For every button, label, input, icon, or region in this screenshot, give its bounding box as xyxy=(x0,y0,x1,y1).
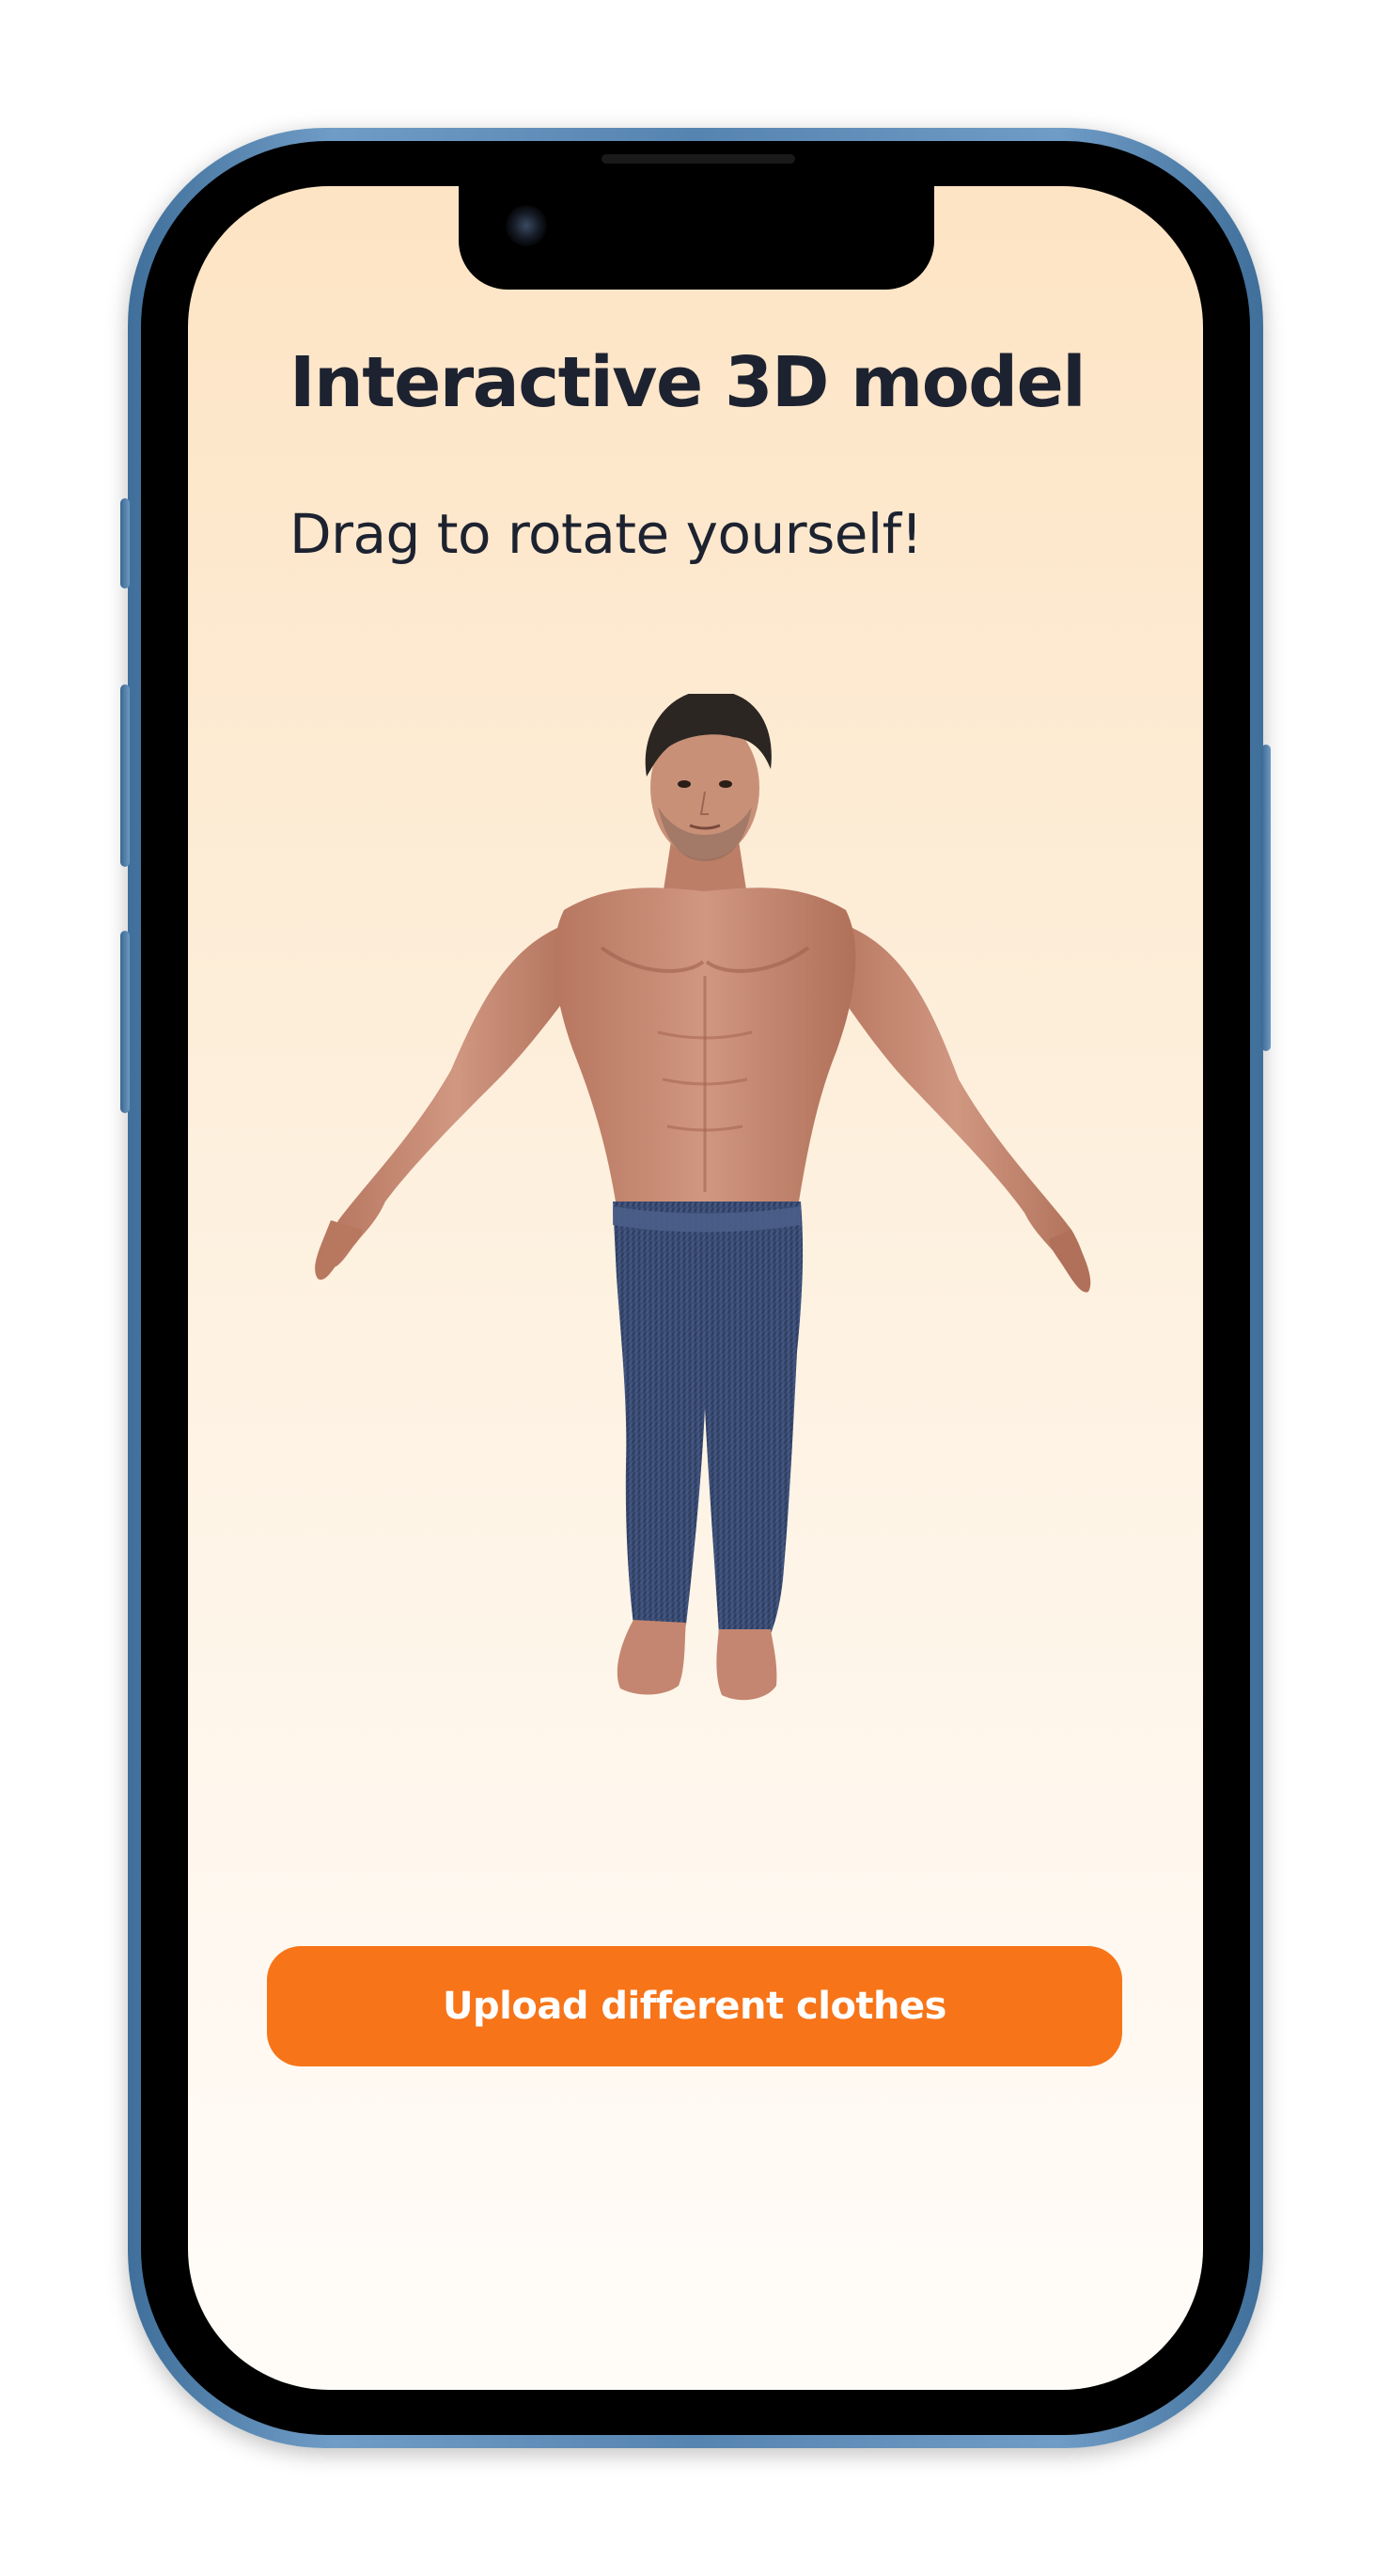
model-viewport[interactable] xyxy=(244,694,1147,2029)
right-arm xyxy=(827,925,1086,1282)
front-camera-icon xyxy=(506,205,547,246)
upload-clothes-button[interactable]: Upload different clothes xyxy=(267,1946,1122,2066)
speaker-grille xyxy=(602,154,795,164)
left-arm xyxy=(327,925,583,1268)
volume-up-button xyxy=(120,684,130,867)
device-mockup: Interactive 3D model Drag to rotate your… xyxy=(0,0,1391,2576)
left-foot xyxy=(617,1620,686,1695)
avatar-3d-model-icon xyxy=(315,694,1091,1701)
page-title: Interactive 3D model xyxy=(289,342,1086,423)
right-foot xyxy=(716,1629,777,1701)
instruction-text: Drag to rotate yourself! xyxy=(289,502,923,566)
mute-switch xyxy=(120,498,130,589)
pants xyxy=(613,1202,804,1634)
volume-down-button xyxy=(120,931,130,1113)
power-button xyxy=(1261,745,1271,1051)
app-screen: Interactive 3D model Drag to rotate your… xyxy=(188,186,1203,2390)
